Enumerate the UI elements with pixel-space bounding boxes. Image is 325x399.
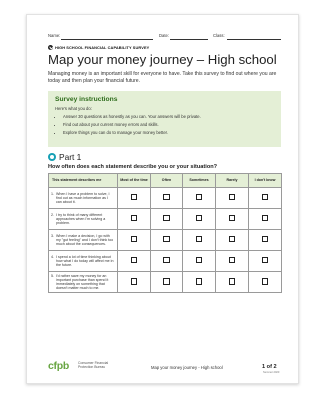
class-line [227, 39, 281, 40]
table-row: 5. I'd rather save my money for an import… [48, 270, 282, 294]
checkbox-rarely[interactable] [228, 278, 236, 285]
checkbox-dont-know[interactable] [261, 257, 269, 264]
checkbox-dont-know[interactable] [261, 215, 269, 222]
page-number: 1 of 2 [262, 363, 277, 370]
instruction-item: Answer 30 questions as honestly as you c… [63, 113, 274, 121]
intro-text: Managing money is an important skill for… [48, 71, 277, 84]
column-header: Most of the time [117, 173, 151, 188]
statement-text: When I have a problem to solve, I find o… [56, 191, 110, 205]
checkbox-rarely[interactable] [228, 215, 236, 222]
instructions-subheading: Here's what you do: [55, 106, 92, 111]
class-label: Class: [213, 33, 225, 38]
statement-cell: 5. I'd rather save my money for an import… [48, 270, 118, 294]
instructions-box: Survey instructions Here's what you do: … [48, 91, 281, 147]
table-row: 4. I spend a lot of time thinking about h… [48, 250, 282, 272]
bureau-line: Protection Bureau [78, 365, 106, 370]
column-header: Sometimes [182, 173, 216, 188]
checkbox-often[interactable] [163, 215, 170, 222]
checkbox-sometimes[interactable] [195, 194, 203, 201]
table-row: 1. When I have a problem to solve, I find… [48, 187, 282, 209]
statement-cell: 1. When I have a problem to solve, I find… [48, 187, 118, 209]
date-line [170, 39, 208, 40]
page-footer: cfpb Consumer Financial Protection Burea… [48, 358, 281, 378]
statement-cell: 4. I spend a lot of time thinking about h… [48, 250, 118, 272]
footer-doc-title: Map your money journey - High school [151, 365, 223, 370]
checkbox-most-of-the-time[interactable] [130, 278, 138, 285]
table-header-row: This statement describes me Most of the … [48, 173, 282, 188]
date-label: Date: [159, 33, 170, 38]
checkbox-often[interactable] [163, 257, 170, 264]
survey-tag: HIGH SCHOOL FINANCIAL CAPABILITY SURVEY [48, 45, 281, 50]
statement-text: When I make a decision, I go with my "gu… [56, 233, 114, 247]
target-icon [48, 153, 56, 161]
column-header: Often [150, 173, 183, 188]
instruction-item: Find out about your current money errors… [63, 121, 274, 129]
column-header: This statement describes me [48, 173, 118, 188]
instructions-heading: Survey instructions [55, 96, 118, 103]
checkbox-sometimes[interactable] [195, 257, 203, 264]
checkbox-dont-know[interactable] [261, 278, 269, 285]
checkbox-most-of-the-time[interactable] [130, 257, 138, 264]
header-fields: Name: Date: Class: [48, 31, 281, 41]
worksheet-page: Name: Date: Class: HIGH SCHOOL FINANCIAL… [26, 14, 299, 384]
table-row: 2. I try to think of many different appro… [48, 208, 282, 230]
name-label: Name: [48, 33, 61, 38]
version-note: Summer 2020 [263, 371, 280, 374]
statement-cell: 2. I try to think of many different appro… [48, 208, 118, 230]
survey-tag-text: HIGH SCHOOL FINANCIAL CAPABILITY SURVEY [55, 45, 150, 50]
part-question: How often does each statement describe y… [48, 164, 218, 170]
instruction-item: Explore things you can do to manage your… [63, 129, 274, 137]
name-line [61, 39, 153, 40]
column-header: Rarely [215, 173, 249, 188]
cfpb-logo: cfpb [48, 360, 69, 372]
checkbox-often[interactable] [163, 236, 170, 243]
statement-text: I spend a lot of time thinking about how… [56, 254, 114, 268]
page-title: Map your money journey – High school [48, 52, 277, 67]
checkbox-dont-know[interactable] [261, 236, 269, 243]
checkbox-often[interactable] [163, 278, 170, 285]
checkbox-sometimes[interactable] [195, 215, 203, 222]
survey-table: This statement describes me Most of the … [48, 173, 282, 294]
bureau-name: Consumer Financial Protection Bureau [78, 361, 108, 370]
checkbox-rarely[interactable] [228, 236, 236, 243]
instructions-list: Answer 30 questions as honestly as you c… [55, 113, 274, 137]
checkbox-sometimes[interactable] [195, 236, 203, 243]
checkbox-sometimes[interactable] [195, 278, 203, 285]
checkbox-dont-know[interactable] [261, 194, 269, 201]
checkbox-most-of-the-time[interactable] [130, 215, 138, 222]
check-circle-icon [48, 45, 53, 50]
part-heading: Part 1 [48, 152, 281, 162]
part-label: Part 1 [59, 152, 82, 162]
column-header: I don't know [248, 173, 282, 188]
checkbox-rarely[interactable] [228, 257, 236, 264]
table-row: 3. When I make a decision, I go with my "… [48, 229, 282, 251]
checkbox-most-of-the-time[interactable] [130, 236, 138, 243]
statement-cell: 3. When I make a decision, I go with my "… [48, 229, 118, 251]
checkbox-often[interactable] [163, 194, 170, 201]
statement-text: I'd rather save my money for an importan… [56, 273, 109, 291]
statement-text: I try to think of many different approac… [56, 212, 106, 226]
checkbox-most-of-the-time[interactable] [130, 194, 138, 201]
checkbox-rarely[interactable] [228, 194, 236, 201]
page-content: Name: Date: Class: HIGH SCHOOL FINANCIAL… [48, 31, 282, 374]
